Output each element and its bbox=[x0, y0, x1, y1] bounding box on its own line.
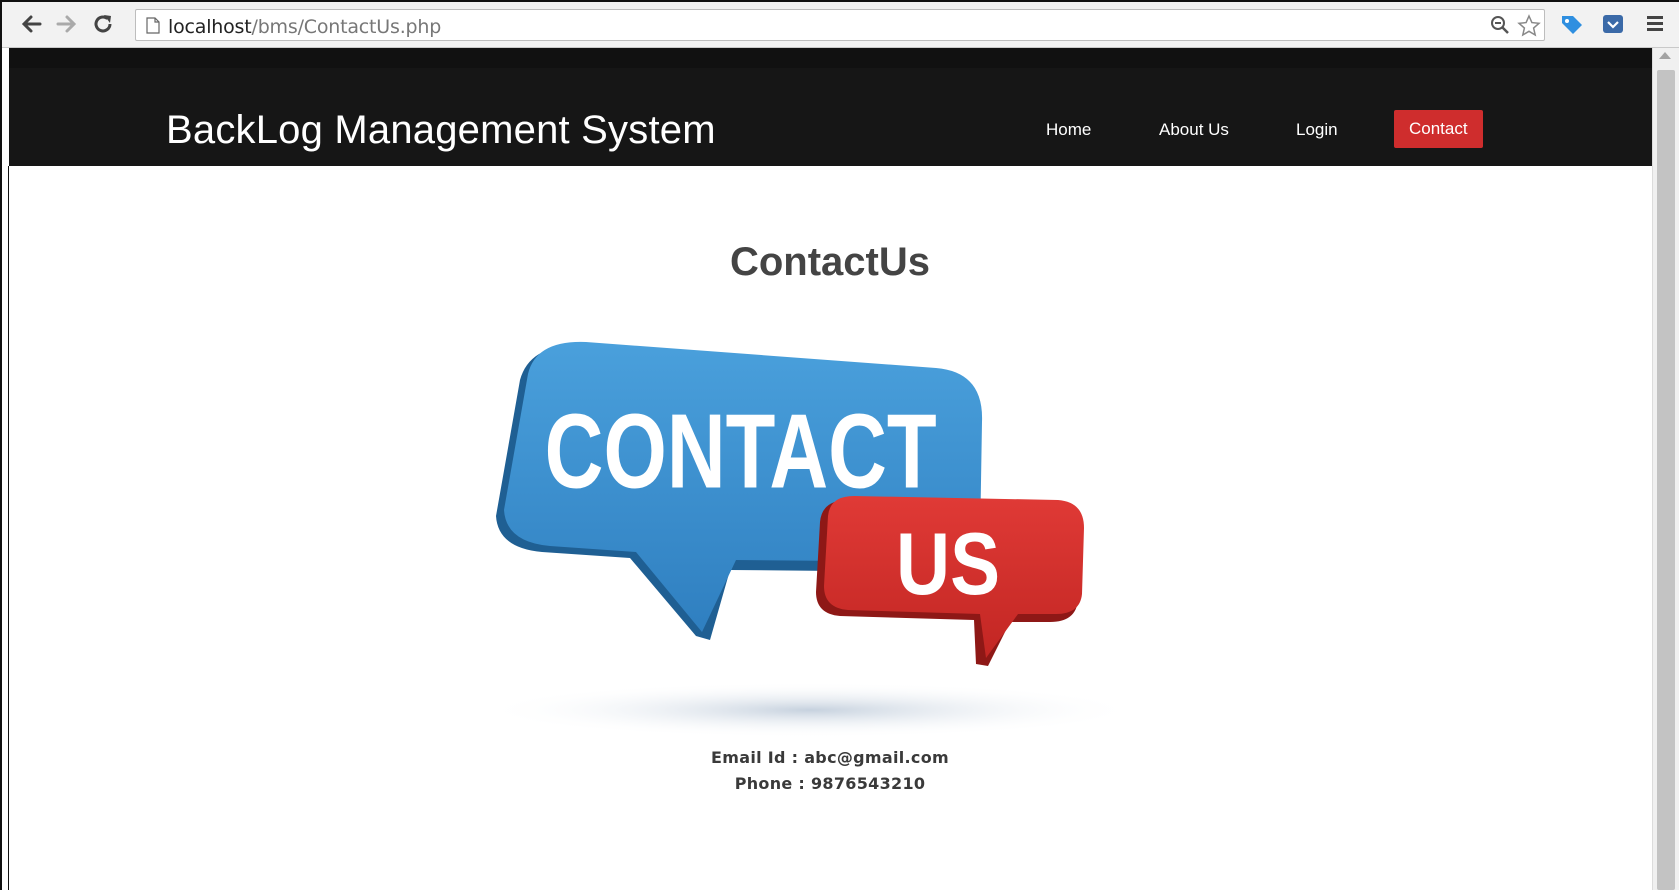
nav-home[interactable]: Home bbox=[1046, 120, 1091, 140]
url-host: localhost bbox=[168, 16, 252, 38]
nav-login[interactable]: Login bbox=[1296, 120, 1338, 140]
page-title: ContactUs bbox=[729, 240, 931, 284]
scroll-up-icon[interactable] bbox=[1659, 52, 1671, 59]
nav-contact[interactable]: Contact bbox=[1394, 110, 1483, 148]
site-brand[interactable]: BackLog Management System bbox=[166, 108, 716, 153]
browser-toolbar: localhost/bms/ContactUs.php bbox=[2, 2, 1679, 48]
contact-info: Email Id : abc@gmail.com Phone : 9876543… bbox=[0, 745, 1660, 797]
url-path: /bms/ContactUs.php bbox=[251, 16, 442, 38]
reload-icon bbox=[94, 15, 112, 33]
pocket-icon[interactable] bbox=[1602, 13, 1624, 35]
extension-tag-icon[interactable] bbox=[1559, 13, 1585, 37]
small-bubble-text: US bbox=[896, 514, 1000, 613]
url-text: localhost/bms/ContactUs.php bbox=[168, 16, 441, 38]
contact-us-illustration: CONTACT US bbox=[480, 341, 1140, 738]
site-header: BackLog Management System Home About Us … bbox=[9, 48, 1652, 166]
big-bubble-text: CONTACT bbox=[545, 392, 937, 510]
nav-about-us[interactable]: About Us bbox=[1159, 120, 1229, 140]
back-arrow-icon bbox=[21, 15, 42, 33]
forward-button[interactable] bbox=[54, 11, 80, 37]
zoom-icon[interactable] bbox=[1489, 14, 1511, 36]
phone-line: Phone : 9876543210 bbox=[734, 774, 926, 793]
page-icon bbox=[146, 17, 160, 34]
email-line: Email Id : abc@gmail.com bbox=[711, 748, 949, 767]
floor-shadow bbox=[480, 682, 1140, 738]
forward-arrow-icon bbox=[56, 15, 77, 33]
back-button[interactable] bbox=[18, 11, 44, 37]
reload-button[interactable] bbox=[90, 11, 116, 37]
star-icon[interactable] bbox=[1517, 14, 1541, 38]
address-bar[interactable]: localhost/bms/ContactUs.php bbox=[135, 9, 1545, 41]
menu-icon[interactable] bbox=[1645, 13, 1665, 33]
